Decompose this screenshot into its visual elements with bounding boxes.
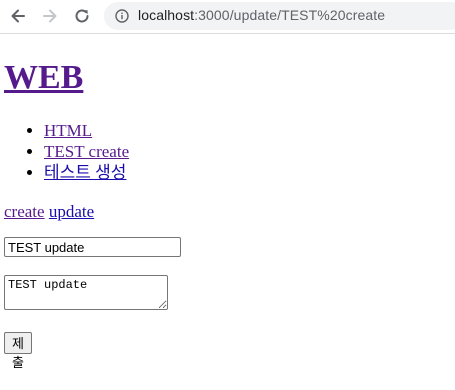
address-bar[interactable]: localhost:3000/update/TEST%20create [104, 2, 455, 30]
create-link[interactable]: create [4, 202, 45, 221]
reload-icon [75, 9, 89, 23]
topic-list: HTML TEST create 테스트 생성 [4, 120, 129, 183]
title-input[interactable] [4, 237, 181, 257]
url-host: localhost [138, 7, 195, 23]
forward-button[interactable] [38, 4, 62, 28]
arrow-left-icon [11, 9, 25, 23]
list-item: TEST create [44, 141, 129, 162]
url-text: localhost:3000/update/TEST%20create [138, 7, 385, 23]
update-link[interactable]: update [49, 202, 94, 221]
browser-toolbar: localhost:3000/update/TEST%20create [0, 0, 455, 34]
description-textarea[interactable]: TEST update [4, 275, 168, 310]
submit-button[interactable]: 제출 [4, 332, 32, 371]
info-icon[interactable] [115, 9, 129, 23]
back-button[interactable] [6, 4, 30, 28]
list-item: 테스트 생성 [44, 162, 129, 183]
home-link[interactable]: WEB [4, 59, 83, 96]
arrow-right-icon [43, 9, 57, 23]
topic-link-korean[interactable]: 테스트 생성 [44, 163, 126, 182]
control-links: create update [4, 201, 94, 222]
url-path: :3000/update/TEST%20create [194, 7, 386, 23]
topic-link-test-create[interactable]: TEST create [44, 142, 129, 161]
reload-button[interactable] [70, 4, 94, 28]
topic-link-html[interactable]: HTML [44, 121, 92, 140]
page-title: WEB [4, 56, 83, 100]
list-item: HTML [44, 120, 129, 141]
